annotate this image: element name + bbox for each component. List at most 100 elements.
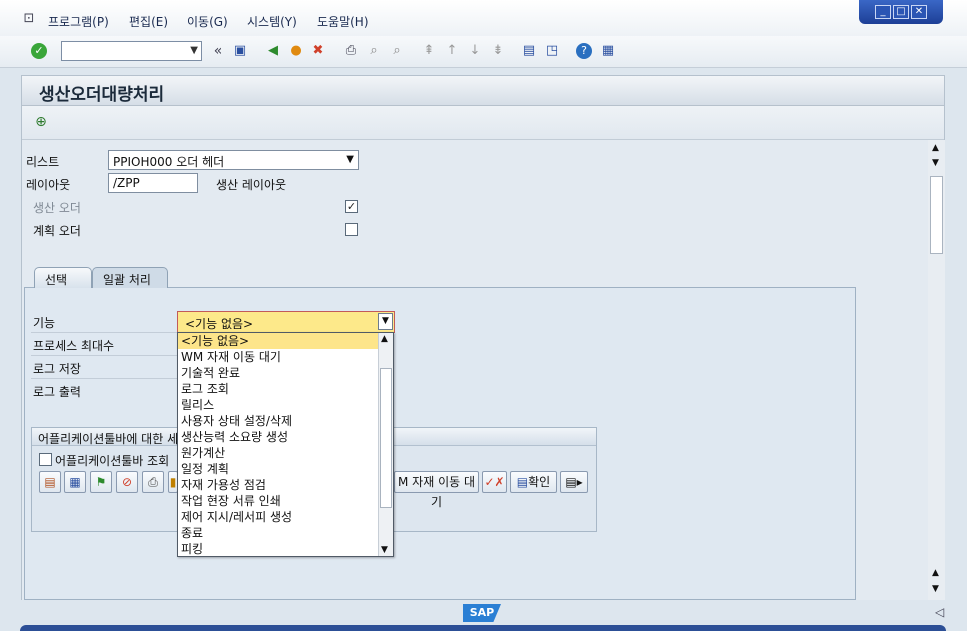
dropdown-item[interactable]: 기술적 완료 (178, 365, 393, 381)
function-dropdown-list: <기능 없음> WM 자재 이동 대기 기술적 완료 로그 조회 릴리스 사용자… (177, 332, 394, 557)
dropdown-item[interactable]: WM 자재 이동 대기 (178, 349, 393, 365)
function-value: <기능 없음> (185, 317, 254, 331)
menu-system[interactable]: 시스템(Y) (247, 13, 297, 30)
toolbar-display-checkbox[interactable] (39, 453, 52, 466)
chevron-left-icon[interactable]: ◁ (935, 605, 944, 619)
dropdown-item[interactable]: 피킹 (178, 541, 393, 556)
list-field[interactable]: PPIOH000 오더 헤더 ▼ (108, 150, 359, 170)
new-session-icon[interactable]: ▤ (520, 42, 538, 60)
log-save-label: 로그 저장 (33, 362, 81, 376)
confirm-label: 확인 (528, 475, 551, 489)
execute-icon[interactable]: ⊕ (32, 113, 50, 131)
dropdown-item[interactable]: <기능 없음> (178, 333, 393, 349)
chevron-down-icon[interactable]: ▼ (378, 313, 393, 330)
tab-mass-processing[interactable]: 일괄 처리 (92, 267, 168, 288)
wm-goods-movement-button[interactable]: M 자재 이동 대기 (394, 471, 479, 509)
divider (31, 378, 177, 379)
print-icon-button[interactable]: ⎙ (142, 471, 164, 493)
chevron-down-icon[interactable]: ▼ (190, 45, 198, 56)
arrow-down-icon[interactable]: ▼ (381, 545, 388, 555)
production-order-label: 생산 오더 (33, 201, 81, 215)
find-next-icon[interactable]: ⌕ (388, 42, 406, 60)
planned-order-checkbox[interactable] (345, 223, 358, 236)
last-page-icon[interactable]: ⇟ (489, 42, 507, 60)
flag-icon-button[interactable]: ⚑ (90, 471, 112, 493)
dropdown-item[interactable]: 원가계산 (178, 445, 393, 461)
dropdown-item[interactable]: 로그 조회 (178, 381, 393, 397)
vertical-scrollbar[interactable]: ▲ ▼ ▲ ▼ (928, 140, 945, 600)
function-select[interactable]: <기능 없음> (177, 311, 395, 333)
arrow-up-icon[interactable]: ▲ (932, 568, 939, 578)
standard-toolbar: ✓ ▼ « ▣ ◀ ● ✖ ⎙ ⌕ ⌕ ⇞ ↑ ↓ ⇟ ▤ ◳ ? ▦ (0, 36, 967, 68)
doc-icon-button[interactable]: ▤ (39, 471, 61, 493)
command-field[interactable]: ▼ (61, 41, 202, 61)
dropdown-item[interactable]: 제어 지시/레서피 생성 (178, 509, 393, 525)
dropdown-item[interactable]: 종료 (178, 525, 393, 541)
layout-field[interactable]: /ZPP (108, 173, 198, 193)
menu-program[interactable]: 프로그램(P) (48, 13, 109, 30)
check-cross-icon-button[interactable]: ✓✗ (482, 471, 507, 493)
page-title: 생산오더대량처리 (39, 85, 165, 105)
scroll-thumb[interactable] (380, 368, 392, 508)
dropdown-items: <기능 없음> WM 자재 이동 대기 기술적 완료 로그 조회 릴리스 사용자… (178, 333, 393, 556)
scroll-thumb[interactable] (930, 176, 943, 254)
more-buttons[interactable]: ▤▸ (560, 471, 588, 493)
close-button[interactable]: ✕ (911, 5, 927, 19)
arrow-down-icon[interactable]: ▼ (932, 158, 939, 168)
confirm-button[interactable]: ▤확인 (510, 471, 557, 493)
application-toolbar: ⊕ (22, 106, 944, 140)
menu-help[interactable]: 도움말(H) (317, 13, 369, 30)
max-process-label: 프로세스 최대수 (33, 339, 115, 353)
function-label: 기능 (33, 316, 56, 330)
list-label: 리스트 (26, 155, 60, 169)
dropdown-item[interactable]: 작업 현장 서류 인쇄 (178, 493, 393, 509)
find-icon[interactable]: ⌕ (365, 42, 383, 60)
menu-edit[interactable]: 편집(E) (129, 13, 168, 30)
title-bar: 생산오더대량처리 (22, 76, 944, 106)
log-output-label: 로그 출력 (33, 385, 81, 399)
arrow-up-icon[interactable]: ▲ (932, 143, 939, 153)
arrow-up-icon[interactable]: ▲ (381, 334, 388, 344)
shortcut-icon[interactable]: ◳ (543, 42, 561, 60)
double-arrow-icon[interactable]: « (209, 42, 227, 60)
previous-page-icon[interactable]: ↑ (443, 42, 461, 60)
block-icon-button[interactable]: ⊘ (116, 471, 138, 493)
next-page-icon[interactable]: ↓ (466, 42, 484, 60)
print-icon[interactable]: ⎙ (342, 42, 360, 60)
dropdown-scrollbar[interactable]: ▲ ▼ (378, 333, 393, 556)
menu-goto[interactable]: 이동(G) (187, 13, 228, 30)
confirm-icon: ▤ (516, 475, 529, 489)
exit-icon[interactable]: ● (287, 42, 305, 60)
divider (31, 332, 177, 333)
group-title: 어플리케이션툴바에 대한 세 (38, 432, 179, 446)
dropdown-item[interactable]: 사용자 상태 설정/삭제 (178, 413, 393, 429)
dropdown-item[interactable]: 생산능력 소요량 생성 (178, 429, 393, 445)
help-icon[interactable]: ? (576, 43, 592, 59)
menu-bar: ⊡ 프로그램(P) 편집(E) 이동(G) 시스템(Y) 도움말(H) (0, 0, 967, 36)
enter-check-icon[interactable]: ✓ (31, 43, 47, 59)
maximize-button[interactable]: □ (893, 5, 909, 19)
back-icon[interactable]: ◀ (264, 42, 282, 60)
planned-order-label: 계획 오더 (33, 224, 81, 238)
production-order-checkbox[interactable]: ✓ (345, 200, 358, 213)
dropdown-item[interactable]: 일정 계획 (178, 461, 393, 477)
cancel-icon[interactable]: ✖ (309, 42, 327, 60)
dropdown-item[interactable]: 릴리스 (178, 397, 393, 413)
divider (31, 355, 177, 356)
menu-box-icon[interactable]: ⊡ (20, 10, 38, 28)
window-controls: _ □ ✕ (859, 0, 943, 24)
bottom-frame (20, 625, 946, 631)
layout-menu-icon[interactable]: ▦ (599, 42, 617, 60)
list-value: PPIOH000 오더 헤더 (113, 155, 225, 169)
dropdown-item[interactable]: 자재 가용성 점검 (178, 477, 393, 493)
chevron-down-icon[interactable]: ▼ (346, 154, 354, 165)
layout-label: 레이아웃 (26, 178, 71, 192)
first-page-icon[interactable]: ⇞ (420, 42, 438, 60)
layout-description: 생산 레이아웃 (216, 178, 287, 192)
tab-selection[interactable]: 선택 (34, 267, 92, 288)
save-icon[interactable]: ▣ (231, 42, 249, 60)
toolbar-display-label: 어플리케이션툴바 조회 (55, 454, 170, 468)
minimize-button[interactable]: _ (875, 5, 891, 19)
arrow-down-icon[interactable]: ▼ (932, 584, 939, 594)
table-icon-button[interactable]: ▦ (64, 471, 86, 493)
